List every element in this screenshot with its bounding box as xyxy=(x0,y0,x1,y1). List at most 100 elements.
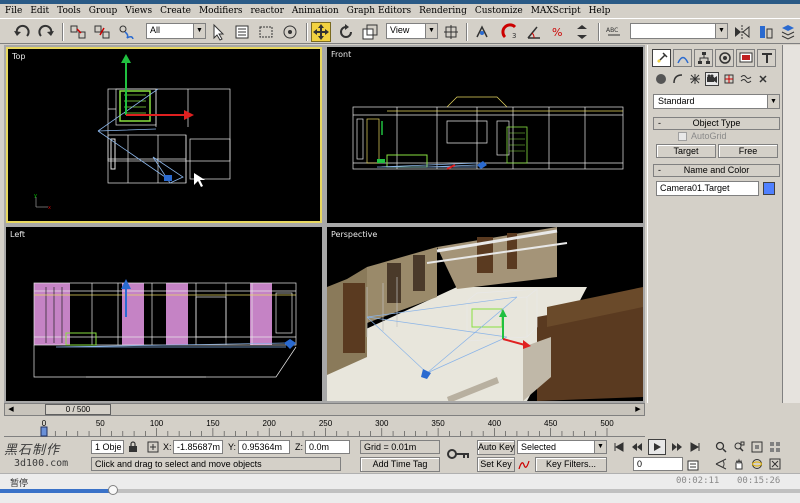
selection-filter-dropdown[interactable]: All ▼ xyxy=(146,23,206,39)
zoom-icon[interactable] xyxy=(714,440,728,454)
window-crossing-icon[interactable] xyxy=(280,22,300,42)
select-and-scale-icon[interactable] xyxy=(360,22,380,42)
menu-tools[interactable]: Tools xyxy=(54,6,86,16)
key-mode-dropdown[interactable]: Selected ▼ xyxy=(517,440,607,454)
zoom-all-icon[interactable] xyxy=(732,440,746,454)
hierarchy-tab-icon[interactable] xyxy=(694,49,713,67)
select-and-link-icon[interactable] xyxy=(68,22,88,42)
viewport-label-perspective[interactable]: Perspective xyxy=(331,230,377,239)
redo-icon[interactable] xyxy=(36,22,56,42)
z-coordinate-input[interactable]: 0.0m xyxy=(305,440,350,454)
align-icon[interactable] xyxy=(756,22,776,42)
mirror-icon[interactable] xyxy=(732,22,752,42)
zoom-extents-all-icon[interactable] xyxy=(768,440,782,454)
free-camera-button[interactable]: Free xyxy=(718,144,778,158)
select-by-name-icon[interactable] xyxy=(232,22,252,42)
viewport-left[interactable]: Left xyxy=(6,227,322,401)
shapes-icon[interactable] xyxy=(671,72,685,86)
modify-tab-icon[interactable] xyxy=(673,49,692,67)
menu-rendering[interactable]: Rendering xyxy=(416,6,472,16)
menu-reactor[interactable]: reactor xyxy=(248,6,289,16)
space-warps-icon[interactable] xyxy=(739,72,753,86)
rectangular-selection-icon[interactable] xyxy=(256,22,276,42)
time-slider-prev-icon[interactable]: ◀ xyxy=(5,404,17,415)
field-of-view-icon[interactable] xyxy=(714,457,728,471)
next-frame-icon[interactable] xyxy=(670,440,684,454)
maximize-viewport-icon[interactable] xyxy=(768,457,782,471)
undo-icon[interactable] xyxy=(12,22,32,42)
time-slider-thumb[interactable]: 0 / 500 xyxy=(45,404,111,415)
viewport-top[interactable]: Top x y xyxy=(6,47,322,223)
menu-create[interactable]: Create xyxy=(157,6,196,16)
menu-modifiers[interactable]: Modifiers xyxy=(196,6,248,16)
y-coordinate-input[interactable]: 0.95364m xyxy=(238,440,290,454)
geometry-icon[interactable] xyxy=(654,72,668,86)
auto-key-button[interactable]: Auto Key xyxy=(477,440,515,455)
target-camera-button[interactable]: Target xyxy=(656,144,716,158)
edit-named-selection-icon[interactable]: ABC xyxy=(604,22,624,42)
time-configuration-icon[interactable] xyxy=(686,458,700,472)
menu-group[interactable]: Group xyxy=(86,6,122,16)
set-key-button[interactable]: Set Key xyxy=(477,457,515,472)
go-to-start-icon[interactable] xyxy=(612,440,626,454)
select-and-move-icon[interactable] xyxy=(311,22,331,42)
lights-icon[interactable] xyxy=(688,72,702,86)
current-frame-input[interactable]: 0 xyxy=(633,457,683,471)
named-selection-set-dropdown[interactable]: ▼ xyxy=(630,23,728,39)
menu-maxscript[interactable]: MAXScript xyxy=(528,6,586,16)
current-frame-marker[interactable] xyxy=(40,426,48,437)
percent-snap-icon[interactable]: % xyxy=(548,22,568,42)
command-panel-scrollbar[interactable] xyxy=(782,45,800,403)
rollout-object-type[interactable]: - Object Type xyxy=(653,117,780,130)
create-tab-icon[interactable] xyxy=(652,49,671,67)
layer-manager-icon[interactable] xyxy=(778,22,798,42)
set-key-icon[interactable] xyxy=(446,443,472,465)
snaps-toggle-icon[interactable]: 3 xyxy=(500,22,520,42)
display-tab-icon[interactable] xyxy=(736,49,755,67)
viewport-label-front[interactable]: Front xyxy=(331,50,351,59)
play-icon[interactable] xyxy=(648,439,666,455)
menu-help[interactable]: Help xyxy=(586,6,616,16)
bind-to-space-warp-icon[interactable] xyxy=(116,22,136,42)
x-coordinate-input[interactable]: -1.85687m xyxy=(173,440,223,454)
lock-selection-icon[interactable] xyxy=(126,440,140,454)
viewport-perspective[interactable]: Perspective xyxy=(327,227,643,401)
unlink-selection-icon[interactable] xyxy=(92,22,112,42)
viewport-front[interactable]: Front xyxy=(327,47,643,223)
player-seek-handle[interactable] xyxy=(108,485,119,495)
object-name-input[interactable]: Camera01.Target xyxy=(656,181,759,196)
menu-animation[interactable]: Animation xyxy=(289,6,344,16)
arc-rotate-icon[interactable] xyxy=(750,457,764,471)
object-color-swatch[interactable] xyxy=(763,182,775,195)
viewport-label-left[interactable]: Left xyxy=(10,230,25,239)
angle-snap-toggle-icon[interactable] xyxy=(524,22,544,42)
menu-views[interactable]: Views xyxy=(122,6,157,16)
previous-frame-icon[interactable] xyxy=(630,440,644,454)
absolute-transform-icon[interactable] xyxy=(146,440,160,454)
viewport-label-top[interactable]: Top xyxy=(12,52,26,61)
zoom-extents-icon[interactable] xyxy=(750,440,764,454)
object-category-dropdown[interactable]: Standard ▼ xyxy=(653,94,780,109)
reference-coordinate-dropdown[interactable]: View ▼ xyxy=(386,23,438,39)
helpers-icon[interactable] xyxy=(722,72,736,86)
spinner-snap-icon[interactable] xyxy=(572,22,592,42)
systems-icon[interactable] xyxy=(756,72,770,86)
autogrid-checkbox[interactable]: AutoGrid xyxy=(678,131,727,141)
player-seek-bar[interactable] xyxy=(0,489,800,493)
time-slider-next-icon[interactable]: ▶ xyxy=(632,404,644,415)
select-and-manipulate-icon[interactable] xyxy=(472,22,492,42)
menu-edit[interactable]: Edit xyxy=(27,6,54,16)
cameras-icon[interactable] xyxy=(705,72,719,86)
add-time-tag-button[interactable]: Add Time Tag xyxy=(360,457,440,472)
select-object-icon[interactable] xyxy=(208,22,228,42)
use-pivot-center-icon[interactable] xyxy=(441,22,461,42)
menu-file[interactable]: File xyxy=(2,6,27,16)
rollout-name-and-color[interactable]: - Name and Color xyxy=(653,164,780,177)
time-slider[interactable]: ◀ 0 / 500 ▶ xyxy=(4,403,645,416)
key-filters-button[interactable]: Key Filters... xyxy=(535,457,607,472)
motion-tab-icon[interactable] xyxy=(715,49,734,67)
go-to-end-icon[interactable] xyxy=(688,440,702,454)
menu-graph-editors[interactable]: Graph Editors xyxy=(344,6,416,16)
menu-customize[interactable]: Customize xyxy=(472,6,528,16)
pan-view-icon[interactable] xyxy=(732,457,746,471)
